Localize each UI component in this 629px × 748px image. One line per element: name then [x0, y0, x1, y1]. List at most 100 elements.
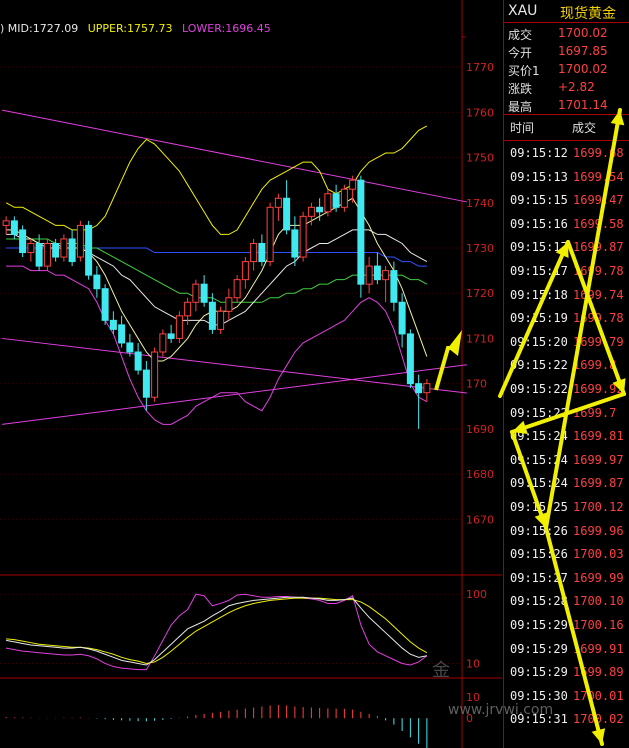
tick-time: 09:15:17: [510, 264, 568, 278]
tick-price: 1699.92: [573, 382, 624, 396]
candle-body: [390, 270, 398, 303]
candle-body: [93, 274, 101, 290]
tick-price: 1699.68: [573, 146, 624, 160]
tick-price: 1700.12: [573, 500, 624, 514]
candle-body: [159, 333, 167, 353]
tick-price: 1699.78: [573, 311, 624, 326]
legend-lower: LOWER:1696.45: [181, 22, 271, 35]
candle-body: [258, 242, 266, 263]
candle-body: [266, 206, 274, 263]
candle-body: [217, 310, 225, 330]
y-tick-label: 1710: [466, 332, 494, 345]
tick-price: 1699.96: [573, 523, 624, 538]
candle-body: [85, 224, 93, 276]
candle-body: [324, 193, 332, 213]
quote-panel: XAU 现货黄金 成交 1700.02 今开 1697.85 买价1 1700.02 涨跌 +…: [503, 0, 629, 748]
tick-price: 1700.02: [573, 712, 624, 727]
tick-time: 09:15:26: [510, 523, 568, 538]
candle-body: [373, 265, 381, 281]
candle-body: [134, 351, 142, 371]
tick-price: 1699.91: [573, 641, 624, 656]
tick-time: 09:15:25: [510, 500, 568, 514]
tick-time: 09:15:22: [510, 405, 568, 420]
quote-label: 成交: [508, 28, 533, 42]
quote-value: 1700.02: [558, 62, 608, 76]
tick-price: 1699.99: [573, 570, 624, 585]
candle-body: [10, 220, 18, 235]
tick-time: 09:15:20: [510, 334, 568, 349]
candle-body: [340, 188, 348, 208]
candle-body: [151, 351, 159, 398]
candle-body: [357, 179, 365, 285]
tick-price: 1699.8: [573, 358, 617, 373]
tick-time: 09:15:26: [510, 547, 568, 562]
divider: [504, 140, 629, 141]
tick-time: 09:15:22: [510, 358, 568, 373]
candle-body: [307, 206, 315, 217]
tick-price: 1699.87: [573, 240, 624, 255]
tick-time: 09:15:13: [510, 169, 568, 184]
candle-body: [118, 324, 126, 344]
candle-body: [233, 279, 241, 299]
quote-label: 涨跌: [508, 82, 533, 96]
quote-value: +2.82: [558, 80, 595, 94]
candle-body: [52, 242, 60, 258]
osc-tick-label: 10: [466, 657, 480, 670]
candle-body: [349, 179, 357, 190]
tick-price: 1699.78: [573, 264, 624, 278]
instrument-name: 现货黄金: [560, 6, 616, 22]
candle-body: [2, 220, 10, 226]
ticks-header-time: 时间: [510, 121, 535, 135]
tick-time: 09:15:27: [510, 570, 568, 585]
candle-body: [283, 197, 291, 231]
legend-upper: UPPER:1757.73: [87, 22, 173, 35]
candle-body: [382, 270, 390, 281]
tick-price: 1699.89: [573, 665, 624, 680]
tick-time: 09:15:29: [510, 618, 568, 632]
y-tick-label: 1750: [466, 152, 494, 165]
candle-body: [316, 206, 324, 213]
tick-time: 09:15:22: [510, 382, 568, 396]
tick-price: 1700.16: [573, 618, 624, 632]
candle-body: [406, 333, 414, 385]
candle-body: [43, 242, 51, 267]
legend-lead: ): [0, 22, 5, 35]
candle-body: [126, 342, 134, 353]
y-tick-label: 1730: [466, 242, 494, 255]
chart-area: ) MID:1727.09 UPPER:1757.73 LOWER:1696.4…: [0, 0, 502, 748]
watermark-logo: 金: [432, 660, 450, 681]
quote-value: 1700.02: [558, 26, 608, 40]
symbol: XAU: [508, 3, 538, 19]
quote-label: 最高: [508, 100, 533, 114]
candlestick-chart[interactable]: 1770 1760 1750 1740 1730 1720 1710 170 1690 1680 1…: [0, 0, 502, 748]
quote-label: 今开: [508, 46, 533, 60]
candle-body: [250, 242, 258, 263]
candle-body: [241, 261, 249, 281]
tick-time: 09:15:17: [510, 240, 568, 255]
y-tick-label: 170: [466, 378, 487, 391]
candle-body: [332, 193, 340, 208]
tick-time: 09:15:15: [510, 193, 568, 208]
ticks-header-price: 成交: [572, 121, 597, 135]
candle-body: [109, 319, 117, 330]
candle-body: [299, 215, 307, 258]
tick-price: 1700.03: [573, 547, 624, 562]
candle-body: [274, 197, 282, 208]
tick-time: 09:15:19: [510, 311, 568, 326]
y-tick-label: 1770: [466, 61, 494, 74]
legend-mid: MID:1727.09: [7, 22, 79, 35]
tick-price: 1700.01: [573, 688, 624, 703]
candle-body: [167, 333, 175, 339]
candle-body: [423, 383, 431, 394]
tick-time: 09:15:16: [510, 216, 568, 231]
candle-body: [68, 238, 76, 263]
tick-price: 1699.81: [573, 429, 624, 444]
tick-time: 09:15:29: [510, 641, 568, 656]
y-tick-label: 1690: [466, 423, 494, 436]
y-tick-label: 1760: [466, 106, 494, 119]
tick-time: 09:15:30: [510, 688, 568, 703]
tick-time: 09:15:24: [510, 476, 568, 491]
candle-body: [398, 301, 406, 335]
tick-time: 09:15:29: [510, 665, 568, 680]
tick-price: 1699.7: [573, 405, 617, 420]
